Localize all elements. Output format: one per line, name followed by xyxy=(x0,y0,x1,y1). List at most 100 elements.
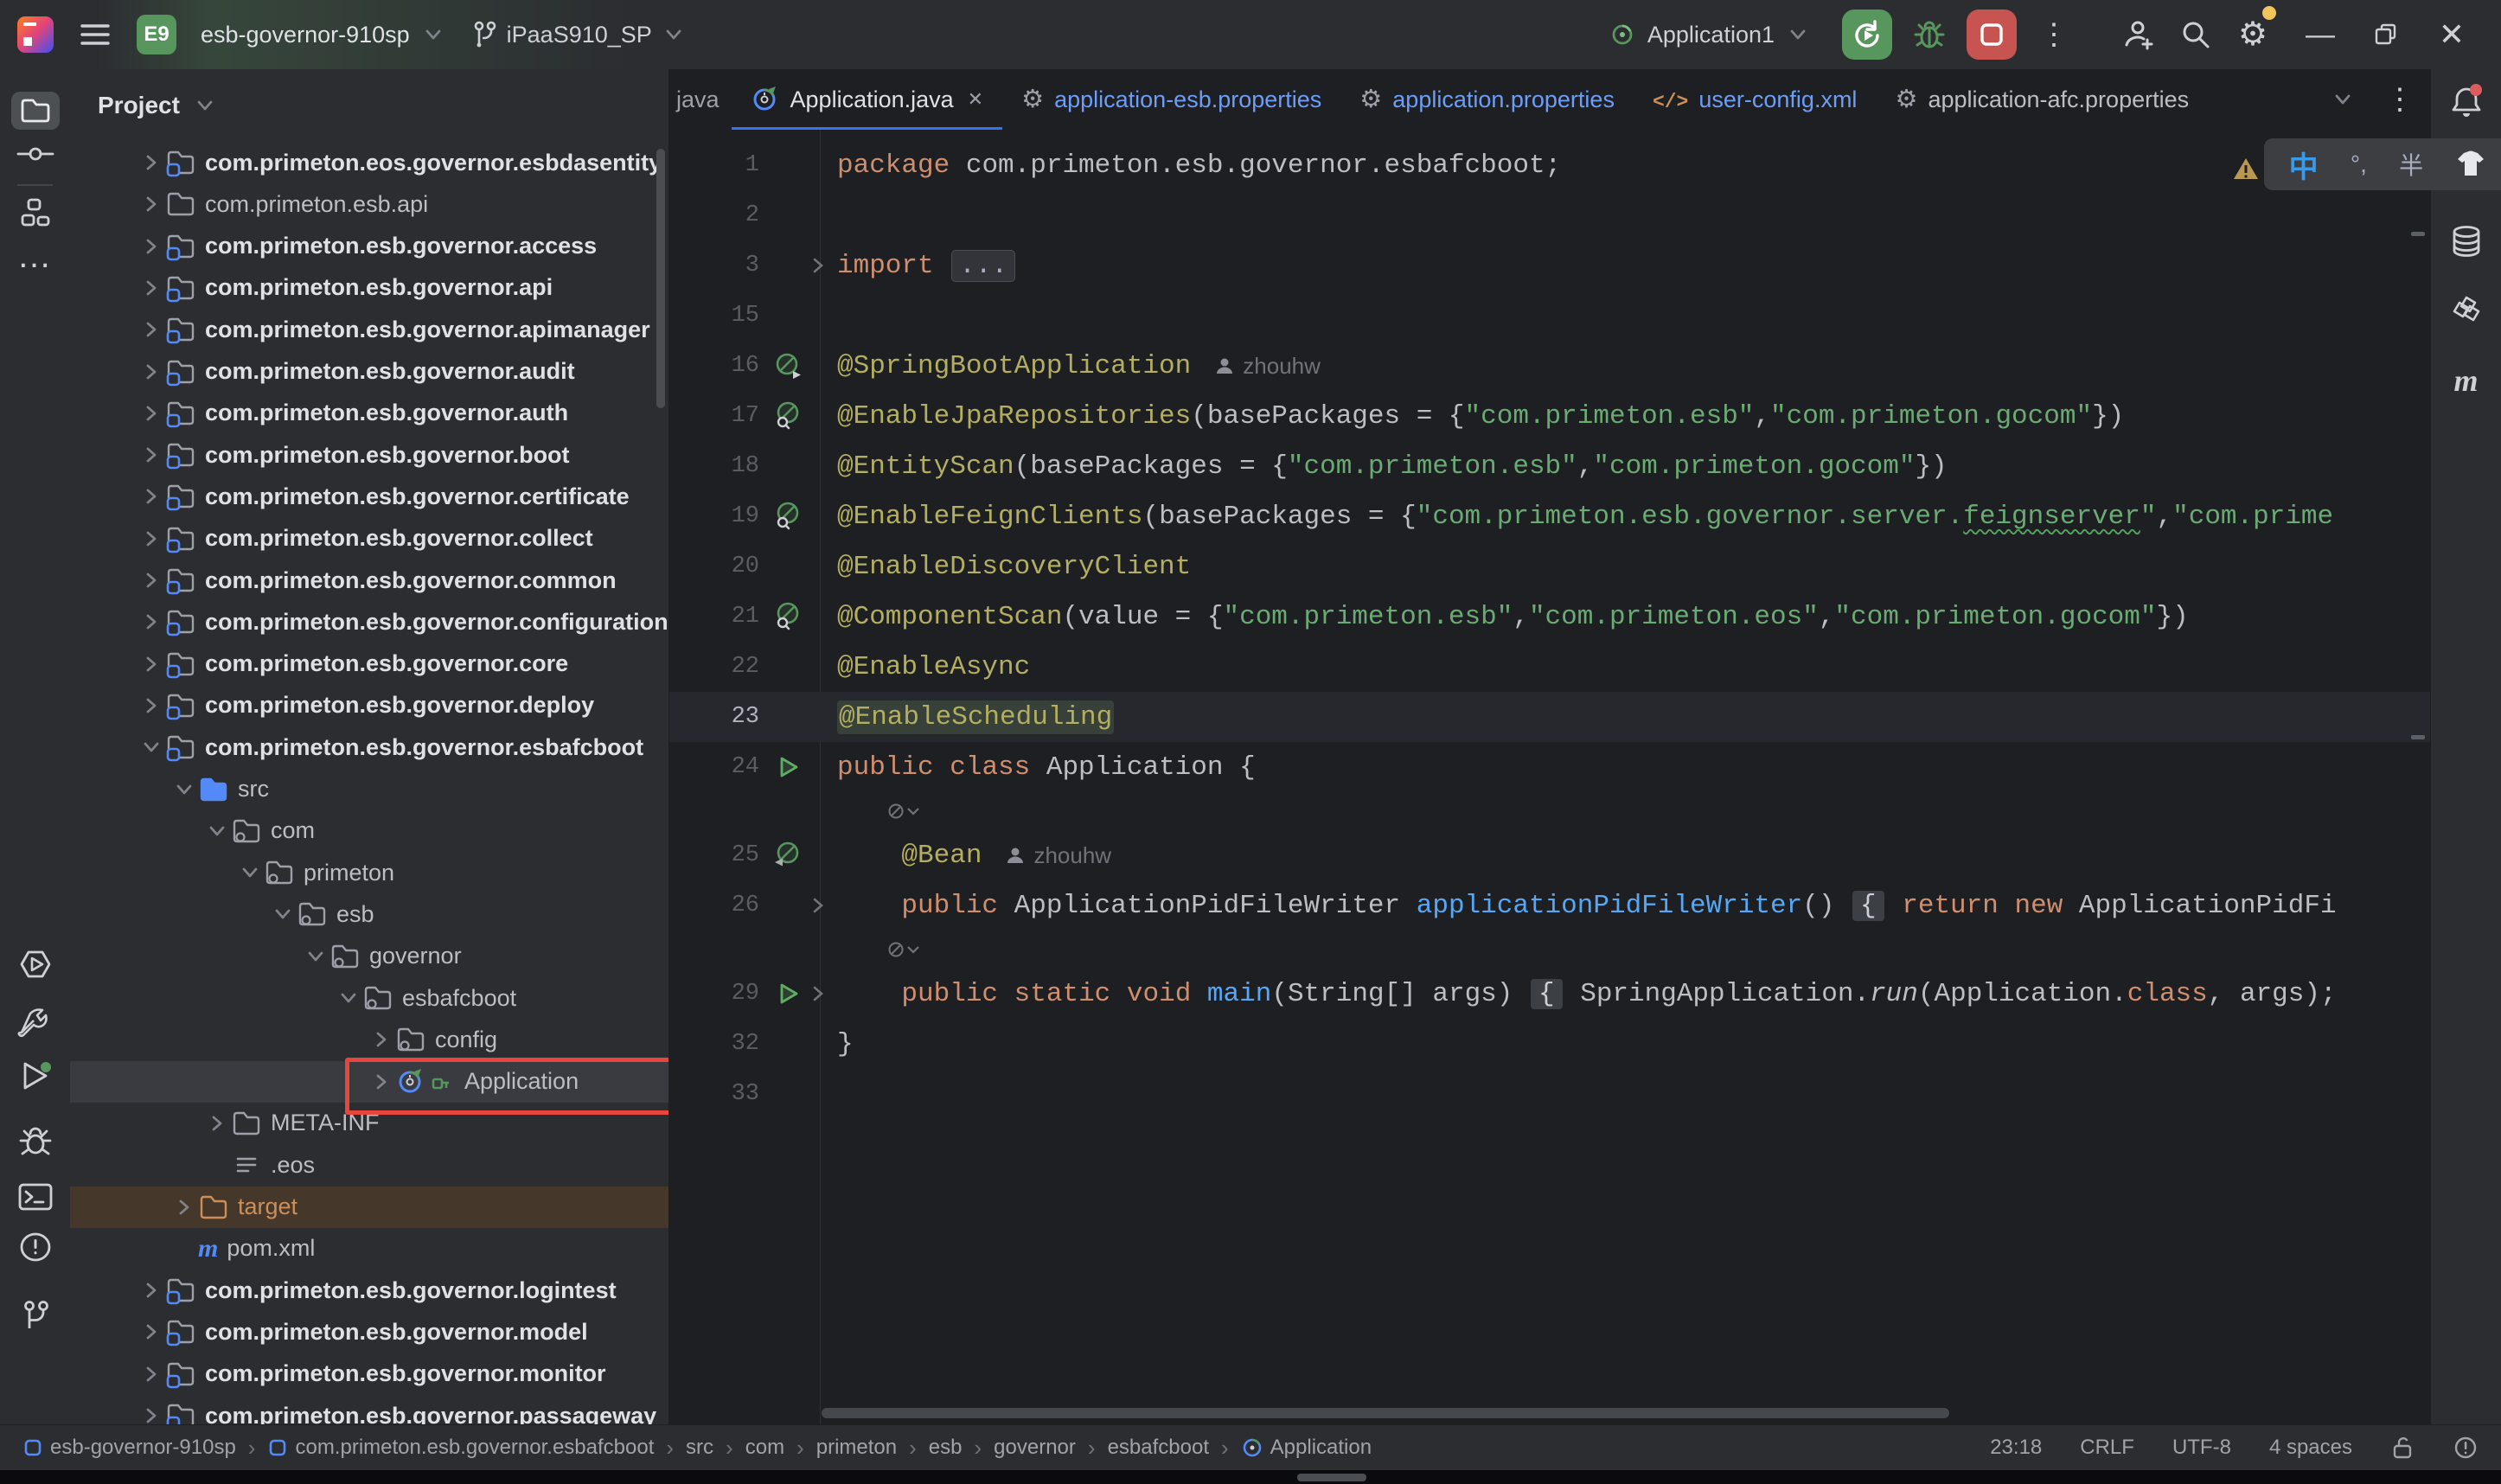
minimize-button[interactable]: — xyxy=(2293,10,2347,60)
spring-tool-icon[interactable] xyxy=(2442,292,2491,330)
ime-mode[interactable]: 中 xyxy=(2289,144,2319,186)
line-number[interactable]: 19 xyxy=(669,503,770,529)
author-inlay[interactable]: zhouhw xyxy=(1213,353,1321,380)
code-line[interactable]: 29 public static void main(String[] args… xyxy=(669,969,2430,1019)
services-tool-icon[interactable] xyxy=(11,945,60,983)
breadcrumb-item[interactable]: esb-governor-910sp xyxy=(22,1436,236,1460)
error-stripe-mark[interactable] xyxy=(2411,735,2425,739)
line-number[interactable]: 24 xyxy=(669,754,770,780)
code-line[interactable]: 22@EnableAsync xyxy=(669,642,2430,692)
code-line[interactable]: 3import ... xyxy=(669,240,2430,291)
editor-horizontal-scrollbar[interactable] xyxy=(822,1408,1949,1418)
tab-application-esb.properties[interactable]: ⚙application-esb.properties xyxy=(1002,69,1340,130)
line-number[interactable]: 1 xyxy=(669,152,770,178)
tree-row[interactable]: com.primeton.esb.governor.logintest xyxy=(70,1270,668,1311)
line-number[interactable]: 22 xyxy=(669,654,770,680)
code-line[interactable]: 20@EnableDiscoveryClient xyxy=(669,541,2430,592)
tree-expand-icon[interactable] xyxy=(170,1194,198,1220)
vcs-branch-widget[interactable]: iPaaS910_SP xyxy=(470,19,687,50)
tree-row[interactable]: com.primeton.esb.governor.esbafcboot xyxy=(70,726,668,768)
line-ending[interactable]: CRLF xyxy=(2080,1436,2134,1460)
tree-row[interactable]: Application xyxy=(70,1061,668,1103)
breadcrumb-item[interactable]: esbafcboot xyxy=(1108,1436,1209,1460)
tree-row[interactable]: com.primeton.esb.governor.deploy xyxy=(70,685,668,726)
breadcrumb-item[interactable]: esb xyxy=(929,1436,963,1460)
project-switcher[interactable]: esb-governor-910sp xyxy=(201,22,446,48)
tree-expand-icon[interactable] xyxy=(138,150,165,176)
tree-row[interactable]: com.primeton.esb.governor.audit xyxy=(70,351,668,393)
code-line[interactable]: 32} xyxy=(669,1019,2430,1069)
gutter-scan-icon[interactable] xyxy=(772,501,803,532)
code-line[interactable]: 18@EntityScan(basePackages = {"com.prime… xyxy=(669,441,2430,491)
add-user-icon[interactable] xyxy=(2117,10,2160,60)
line-number[interactable]: 3 xyxy=(669,253,770,278)
code-line[interactable]: 15 xyxy=(669,291,2430,341)
debug-button[interactable] xyxy=(1908,10,1951,60)
settings-gear-icon[interactable]: ⚙ xyxy=(2231,10,2274,60)
gutter-run-icon[interactable] xyxy=(774,753,802,781)
tree-row[interactable]: com.primeton.esb.governor.api xyxy=(70,267,668,309)
tree-row[interactable]: com xyxy=(70,810,668,852)
tree-row[interactable]: com.primeton.esb.governor.apimanager xyxy=(70,309,668,350)
tab-list-chevron-icon[interactable] xyxy=(2330,86,2356,112)
line-number[interactable]: 18 xyxy=(669,453,770,479)
tree-row[interactable]: config xyxy=(70,1019,668,1060)
tree-expand-icon[interactable] xyxy=(138,359,165,385)
database-tool-icon[interactable] xyxy=(2442,223,2491,261)
line-number[interactable]: 21 xyxy=(669,604,770,630)
gutter-run-icon[interactable] xyxy=(774,980,802,1007)
code-line[interactable]: 21@ComponentScan(value = {"com.primeton.… xyxy=(669,592,2430,642)
line-number[interactable]: 26 xyxy=(669,892,770,918)
code-line[interactable]: 17@EnableJpaRepositories(basePackages = … xyxy=(669,391,2430,441)
code-line[interactable]: 26 public ApplicationPidFileWriter appli… xyxy=(669,880,2430,931)
tree-expand-icon[interactable] xyxy=(203,1110,231,1136)
tab-application-afc.properties[interactable]: ⚙application-afc.properties xyxy=(1876,69,2208,130)
tree-row[interactable]: com.primeton.esb.api xyxy=(70,183,668,225)
tab-user-config.xml[interactable]: </>user-config.xml xyxy=(1634,69,1876,130)
tree-row[interactable]: primeton xyxy=(70,852,668,893)
close-tab-icon[interactable]: ✕ xyxy=(968,88,983,111)
run-configuration-selector[interactable]: Application1 xyxy=(1609,21,1811,48)
error-stripe-mark[interactable] xyxy=(2411,232,2425,236)
terminal-tool-icon[interactable] xyxy=(11,1178,60,1216)
structure-tool-icon[interactable] xyxy=(11,194,60,232)
tree-row[interactable]: governor xyxy=(70,936,668,977)
tree-row[interactable]: esbafcboot xyxy=(70,977,668,1019)
tree-row[interactable]: target xyxy=(70,1187,668,1228)
tree-expand-icon[interactable] xyxy=(138,609,165,635)
indent-setting[interactable]: 4 spaces xyxy=(2269,1436,2352,1460)
tree-row[interactable]: com.primeton.esb.governor.model xyxy=(70,1311,668,1353)
line-number[interactable]: 32 xyxy=(669,1031,770,1057)
gutter-scan-icon[interactable] xyxy=(772,601,803,632)
tree-row[interactable]: com.primeton.esb.governor.certificate xyxy=(70,476,668,517)
caret-position[interactable]: 23:18 xyxy=(1990,1436,2042,1460)
tree-expand-icon[interactable] xyxy=(138,442,165,468)
tree-expand-icon[interactable] xyxy=(368,1069,395,1095)
problems-tool-icon[interactable] xyxy=(11,1228,60,1266)
code-line[interactable]: 33 xyxy=(669,1069,2430,1119)
line-number[interactable]: 20 xyxy=(669,553,770,579)
more-tools-icon[interactable]: … xyxy=(11,237,60,275)
code-line[interactable]: 19@EnableFeignClients(basePackages = {"c… xyxy=(669,491,2430,541)
tree-row[interactable]: com.primeton.eos.governor.esbdasentity xyxy=(70,142,668,183)
breadcrumb-item[interactable]: com.primeton.esb.governor.esbafcboot xyxy=(267,1436,654,1460)
tree-row[interactable]: com.primeton.esb.governor.common xyxy=(70,560,668,601)
fold-region-icon[interactable] xyxy=(807,254,829,277)
tree-expand-icon[interactable] xyxy=(138,693,165,719)
notifications-bell-icon[interactable] xyxy=(2442,83,2491,121)
tree-row[interactable]: .eos xyxy=(70,1144,668,1186)
tree-row[interactable]: com.primeton.esb.governor.access xyxy=(70,226,668,267)
tree-expand-icon[interactable] xyxy=(368,1027,395,1052)
close-button[interactable]: ✕ xyxy=(2425,10,2479,60)
commit-tool-icon[interactable] xyxy=(11,135,60,173)
tree-collapse-icon[interactable] xyxy=(170,777,198,803)
tree-expand-icon[interactable] xyxy=(138,275,165,301)
code-line[interactable]: 24public class Application { xyxy=(669,742,2430,792)
gutter-bean-icon[interactable] xyxy=(772,840,803,871)
line-number[interactable]: 25 xyxy=(669,842,770,868)
tree-row[interactable]: src xyxy=(70,769,668,810)
run-tool-icon[interactable] xyxy=(11,1057,60,1095)
breadcrumb-item[interactable]: Application xyxy=(1241,1436,1372,1460)
code-line[interactable]: 25 @Beanzhouhw xyxy=(669,830,2430,880)
tree-expand-icon[interactable] xyxy=(138,1403,165,1425)
